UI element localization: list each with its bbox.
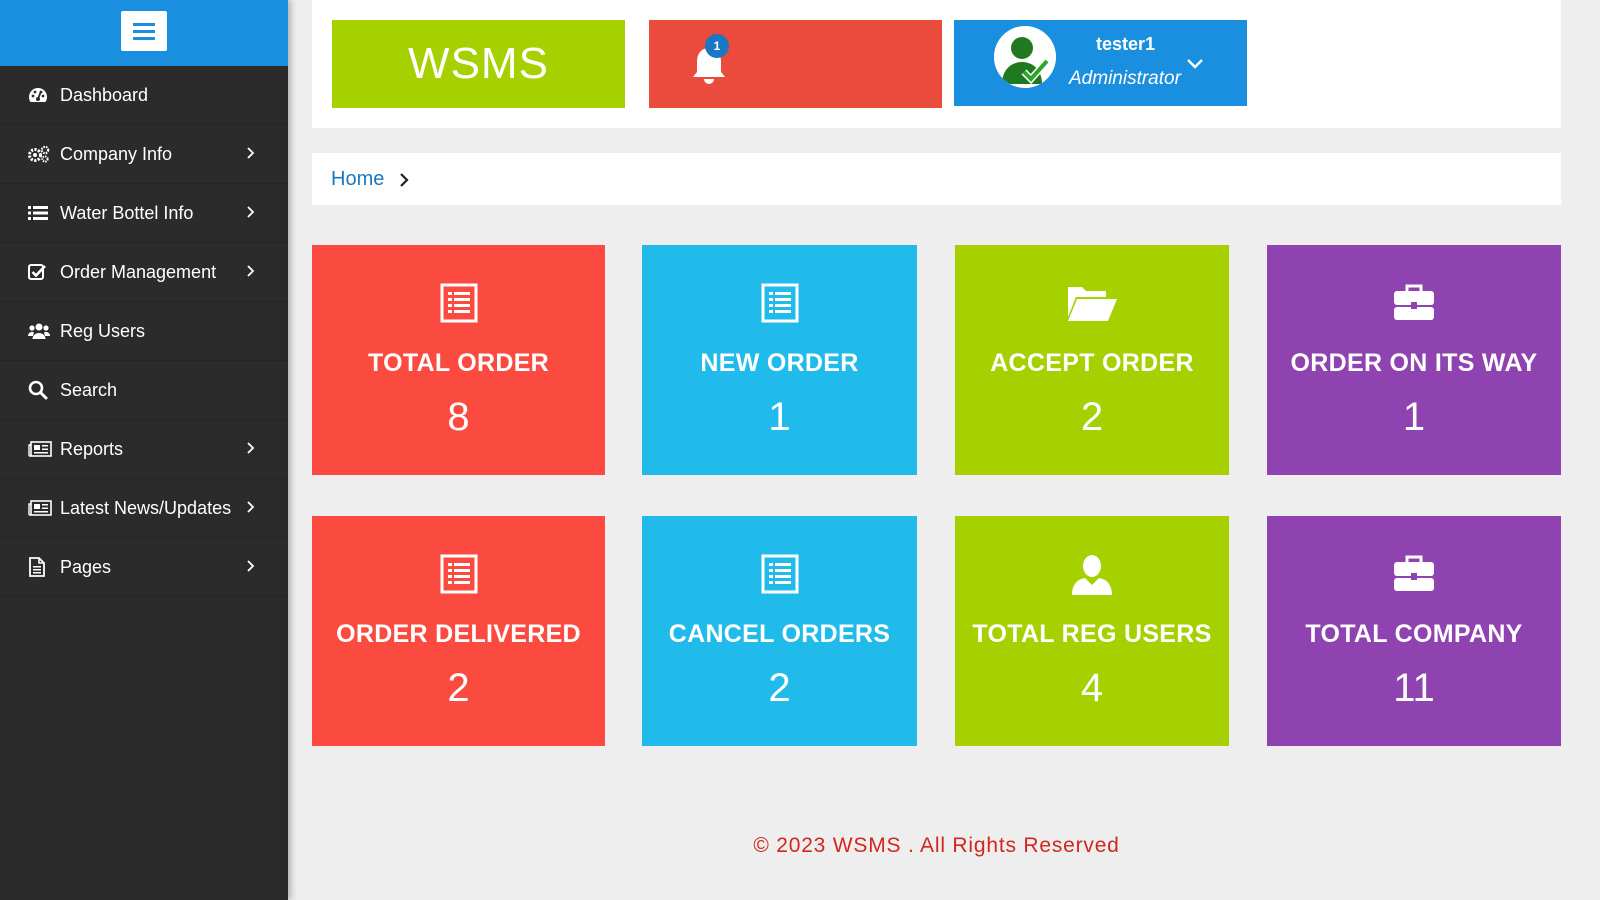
user-name: tester1 bbox=[1096, 34, 1156, 54]
user-icon bbox=[955, 554, 1229, 598]
sidebar-item-latest-news-updates[interactable]: Latest News/Updates bbox=[0, 479, 288, 538]
stat-card-order-on-its-way[interactable]: ORDER ON ITS WAY 1 bbox=[1267, 245, 1561, 475]
card-value: 1 bbox=[768, 395, 791, 439]
notification-count-badge: 1 bbox=[705, 34, 729, 58]
user-menu[interactable]: tester1 Administrator bbox=[954, 20, 1247, 106]
stat-card-total-order[interactable]: TOTAL ORDER 8 bbox=[312, 245, 605, 475]
top-header: WSMS 1 tester1 Administrator bbox=[312, 0, 1561, 128]
footer-copyright: © 2023 WSMS . All Rights Reserved bbox=[753, 834, 1120, 857]
card-value: 8 bbox=[447, 395, 470, 439]
chevron-down-icon bbox=[1186, 54, 1204, 72]
notifications-button[interactable]: 1 bbox=[649, 20, 942, 108]
chevron-right-icon bbox=[244, 441, 258, 455]
folder-open-icon bbox=[955, 283, 1229, 327]
card-title: ORDER DELIVERED bbox=[336, 620, 581, 648]
sidebar-item-pages[interactable]: Pages bbox=[0, 538, 288, 597]
chevron-right-icon bbox=[244, 500, 258, 514]
card-title: TOTAL COMPANY bbox=[1305, 620, 1523, 648]
sidebar: Dashboard Company Info Water Bottel Info… bbox=[0, 0, 288, 900]
brand-logo[interactable]: WSMS bbox=[332, 20, 625, 108]
list-alt-icon bbox=[312, 554, 605, 598]
list-icon bbox=[28, 203, 52, 223]
sidebar-item-label: Search bbox=[60, 379, 118, 400]
breadcrumb: Home bbox=[312, 153, 1561, 205]
chevron-right-icon bbox=[396, 172, 412, 188]
newspaper-icon bbox=[28, 498, 52, 518]
card-title: TOTAL REG USERS bbox=[972, 620, 1212, 648]
card-title: ORDER ON ITS WAY bbox=[1290, 349, 1538, 377]
check-square-icon bbox=[28, 262, 52, 282]
card-value: 11 bbox=[1393, 666, 1435, 710]
newspaper-icon bbox=[28, 439, 52, 459]
sidebar-item-search[interactable]: Search bbox=[0, 361, 288, 420]
avatar bbox=[994, 26, 1056, 88]
stat-card-accept-order[interactable]: ACCEPT ORDER 2 bbox=[955, 245, 1229, 475]
sidebar-item-water-bottel-info[interactable]: Water Bottel Info bbox=[0, 184, 288, 243]
sidebar-item-label: Company Info bbox=[60, 143, 173, 164]
card-value: 2 bbox=[447, 666, 470, 710]
sidebar-item-company-info[interactable]: Company Info bbox=[0, 125, 288, 184]
chevron-right-icon bbox=[244, 146, 258, 160]
stat-card-new-order[interactable]: NEW ORDER 1 bbox=[642, 245, 917, 475]
user-role: Administrator bbox=[1069, 68, 1181, 89]
users-icon bbox=[28, 321, 52, 341]
sidebar-item-label: Order Management bbox=[60, 261, 217, 282]
file-icon bbox=[28, 557, 52, 577]
stat-card-cancel-orders[interactable]: CANCEL ORDERS 2 bbox=[642, 516, 917, 746]
sidebar-header bbox=[0, 0, 288, 66]
briefcase-icon bbox=[1267, 283, 1561, 327]
sidebar-item-label: Water Bottel Info bbox=[60, 202, 194, 223]
sidebar-item-order-management[interactable]: Order Management bbox=[0, 243, 288, 302]
dashboard-icon bbox=[28, 85, 52, 105]
card-title: TOTAL ORDER bbox=[367, 349, 550, 377]
hamburger-bar bbox=[133, 36, 155, 40]
card-value: 4 bbox=[1080, 666, 1104, 710]
sidebar-item-label: Pages bbox=[60, 556, 112, 577]
sidebar-item-label: Dashboard bbox=[60, 84, 149, 105]
breadcrumb-home-link[interactable]: Home bbox=[331, 168, 384, 191]
gears-icon bbox=[28, 144, 52, 164]
menu-toggle-button[interactable] bbox=[121, 11, 167, 51]
hamburger-bar bbox=[133, 22, 155, 26]
stat-card-total-reg-users[interactable]: TOTAL REG USERS 4 bbox=[955, 516, 1229, 746]
briefcase-icon bbox=[1267, 554, 1561, 598]
chevron-right-icon bbox=[244, 205, 258, 219]
card-title: NEW ORDER bbox=[700, 349, 859, 377]
sidebar-item-label: Reg Users bbox=[60, 320, 146, 341]
stat-card-order-delivered[interactable]: ORDER DELIVERED 2 bbox=[312, 516, 605, 746]
sidebar-item-label: Latest News/Updates bbox=[60, 497, 232, 518]
hamburger-bar bbox=[133, 29, 155, 33]
card-value: 2 bbox=[768, 666, 791, 710]
sidebar-item-dashboard[interactable]: Dashboard bbox=[0, 66, 288, 125]
list-alt-icon bbox=[312, 283, 605, 327]
card-value: 1 bbox=[1402, 395, 1426, 439]
card-value: 2 bbox=[1080, 395, 1104, 439]
list-alt-icon bbox=[642, 554, 917, 598]
sidebar-item-reports[interactable]: Reports bbox=[0, 420, 288, 479]
search-icon bbox=[28, 380, 52, 400]
card-title: ACCEPT ORDER bbox=[990, 349, 1194, 377]
sidebar-menu: Dashboard Company Info Water Bottel Info… bbox=[0, 66, 288, 597]
sidebar-item-reg-users[interactable]: Reg Users bbox=[0, 302, 288, 361]
card-title: CANCEL ORDERS bbox=[668, 620, 891, 648]
list-alt-icon bbox=[642, 283, 917, 327]
sidebar-item-label: Reports bbox=[60, 438, 124, 459]
chevron-right-icon bbox=[244, 559, 258, 573]
chevron-right-icon bbox=[244, 264, 258, 278]
stat-card-total-company[interactable]: TOTAL COMPANY 11 bbox=[1267, 516, 1561, 746]
